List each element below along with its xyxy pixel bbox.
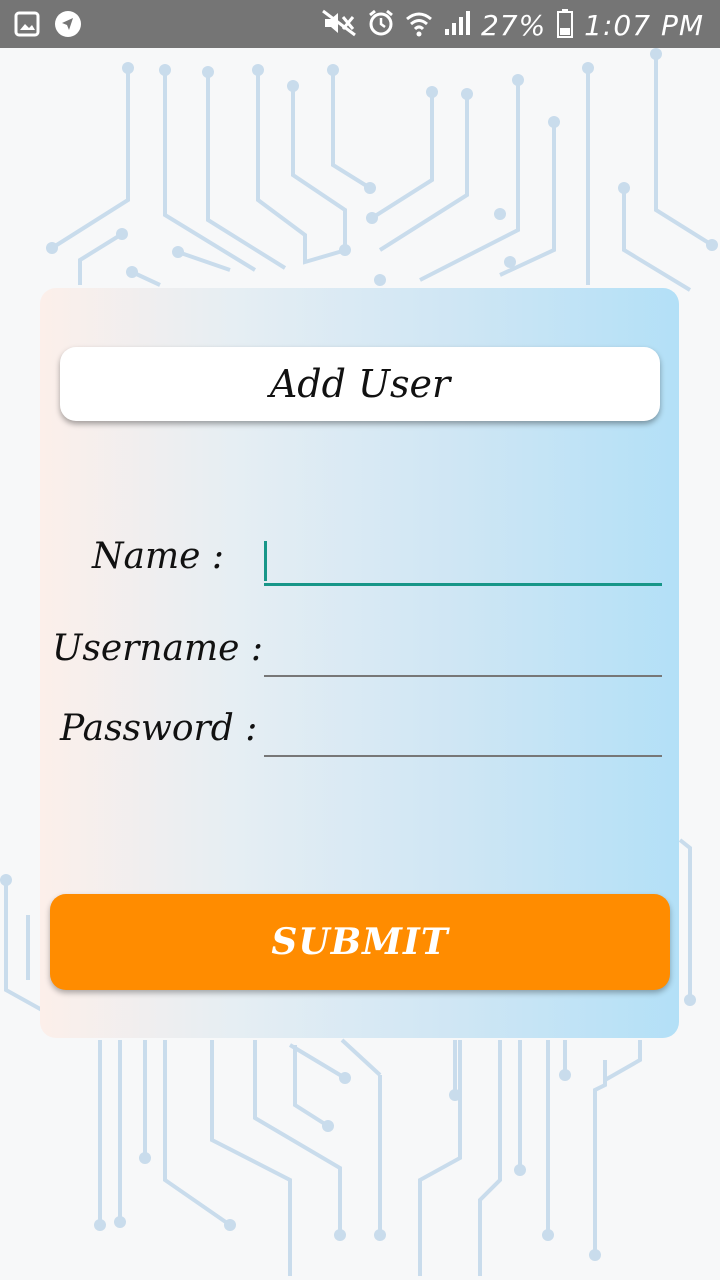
password-field[interactable] <box>264 711 662 757</box>
submit-button[interactable]: SUBMIT <box>50 894 670 990</box>
name-field[interactable] <box>264 539 662 586</box>
battery-percent: 27% <box>480 8 547 42</box>
signal-icon <box>443 9 471 41</box>
alarm-icon <box>367 9 395 41</box>
username-field[interactable] <box>264 631 662 677</box>
status-time: 1:07 PM <box>584 8 704 42</box>
wifi-icon <box>405 9 433 41</box>
password-label: Password : <box>60 708 258 749</box>
mute-icon <box>321 9 357 41</box>
add-user-card: Add User Name : Username : Password : SU… <box>40 288 679 1038</box>
name-label: Name : <box>92 536 224 577</box>
status-bar: 27% 1:07 PM <box>0 0 720 48</box>
title-box: Add User <box>60 347 660 421</box>
text-cursor <box>264 541 267 581</box>
image-icon <box>14 11 40 41</box>
navigation-icon <box>54 10 82 42</box>
battery-icon <box>556 8 574 42</box>
username-label: Username : <box>52 628 263 669</box>
page-title: Add User <box>269 362 451 406</box>
